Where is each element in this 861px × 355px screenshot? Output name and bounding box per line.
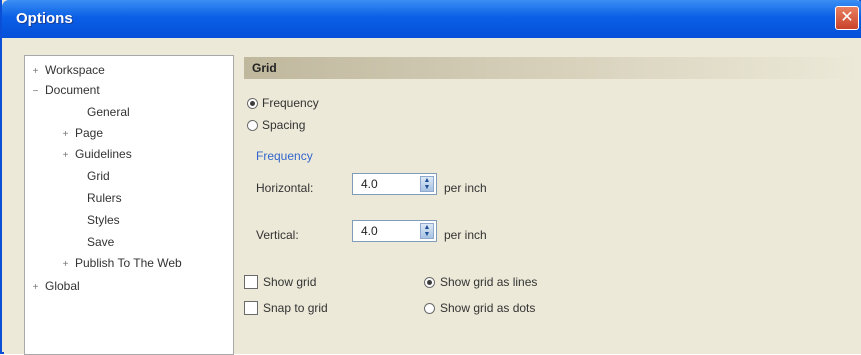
expand-icon[interactable]: + <box>61 151 70 161</box>
section-header: Grid <box>244 57 859 79</box>
spacing-radio[interactable] <box>247 120 258 131</box>
horizontal-unit: per inch <box>444 181 487 195</box>
expand-icon[interactable]: + <box>31 283 40 293</box>
expand-icon[interactable]: + <box>61 260 70 270</box>
grid-as-lines-label[interactable]: Show grid as lines <box>440 275 537 289</box>
spin-arrows-icon[interactable]: ▲ ▼ <box>420 176 434 192</box>
horizontal-spinbox[interactable]: 4.0 ▲ ▼ <box>352 173 437 195</box>
tree-item-guidelines[interactable]: Guidelines <box>75 147 132 161</box>
collapse-icon[interactable]: − <box>31 87 40 97</box>
expand-icon[interactable]: + <box>31 67 40 77</box>
tree-item-grid[interactable]: Grid <box>87 169 110 183</box>
tree-item-general[interactable]: General <box>87 105 130 119</box>
vertical-label: Vertical: <box>256 228 299 242</box>
spacing-radio-label[interactable]: Spacing <box>262 118 305 132</box>
spin-arrows-icon[interactable]: ▲ ▼ <box>420 223 434 239</box>
vertical-spinbox[interactable]: 4.0 ▲ ▼ <box>352 220 437 242</box>
tree-item-global[interactable]: Global <box>45 279 80 293</box>
vertical-value: 4.0 <box>361 224 378 238</box>
expand-icon[interactable]: + <box>61 130 70 140</box>
category-tree: + Workspace − Document General + Page + … <box>24 55 234 355</box>
tree-item-styles[interactable]: Styles <box>87 213 120 227</box>
show-grid-checkbox[interactable] <box>244 275 258 289</box>
vertical-unit: per inch <box>444 228 487 242</box>
show-grid-label[interactable]: Show grid <box>263 275 316 289</box>
section-title: Grid <box>252 61 277 75</box>
horizontal-value: 4.0 <box>361 177 378 191</box>
tree-item-publish-to-the-web[interactable]: Publish To The Web <box>75 256 182 270</box>
frequency-radio-label[interactable]: Frequency <box>262 96 319 110</box>
frequency-group-label: Frequency <box>256 149 313 163</box>
dialog-content: + Workspace − Document General + Page + … <box>4 38 861 355</box>
tree-item-save[interactable]: Save <box>87 235 114 249</box>
grid-as-lines-radio[interactable] <box>424 277 435 288</box>
snap-to-grid-checkbox[interactable] <box>244 301 258 315</box>
title-bar[interactable]: Options ✕ <box>2 0 861 38</box>
tree-item-page[interactable]: Page <box>75 126 103 140</box>
horizontal-label: Horizontal: <box>256 181 314 195</box>
grid-as-dots-radio[interactable] <box>424 303 435 314</box>
tree-item-rulers[interactable]: Rulers <box>87 191 122 205</box>
options-dialog: Options ✕ + Workspace − Document General… <box>0 0 861 355</box>
snap-to-grid-label[interactable]: Snap to grid <box>263 301 328 315</box>
tree-item-document[interactable]: Document <box>45 83 100 97</box>
tree-item-workspace[interactable]: Workspace <box>45 63 105 77</box>
close-button[interactable]: ✕ <box>835 6 859 30</box>
grid-as-dots-label[interactable]: Show grid as dots <box>440 301 535 315</box>
dialog-title: Options <box>16 10 73 27</box>
frequency-radio[interactable] <box>247 98 258 109</box>
